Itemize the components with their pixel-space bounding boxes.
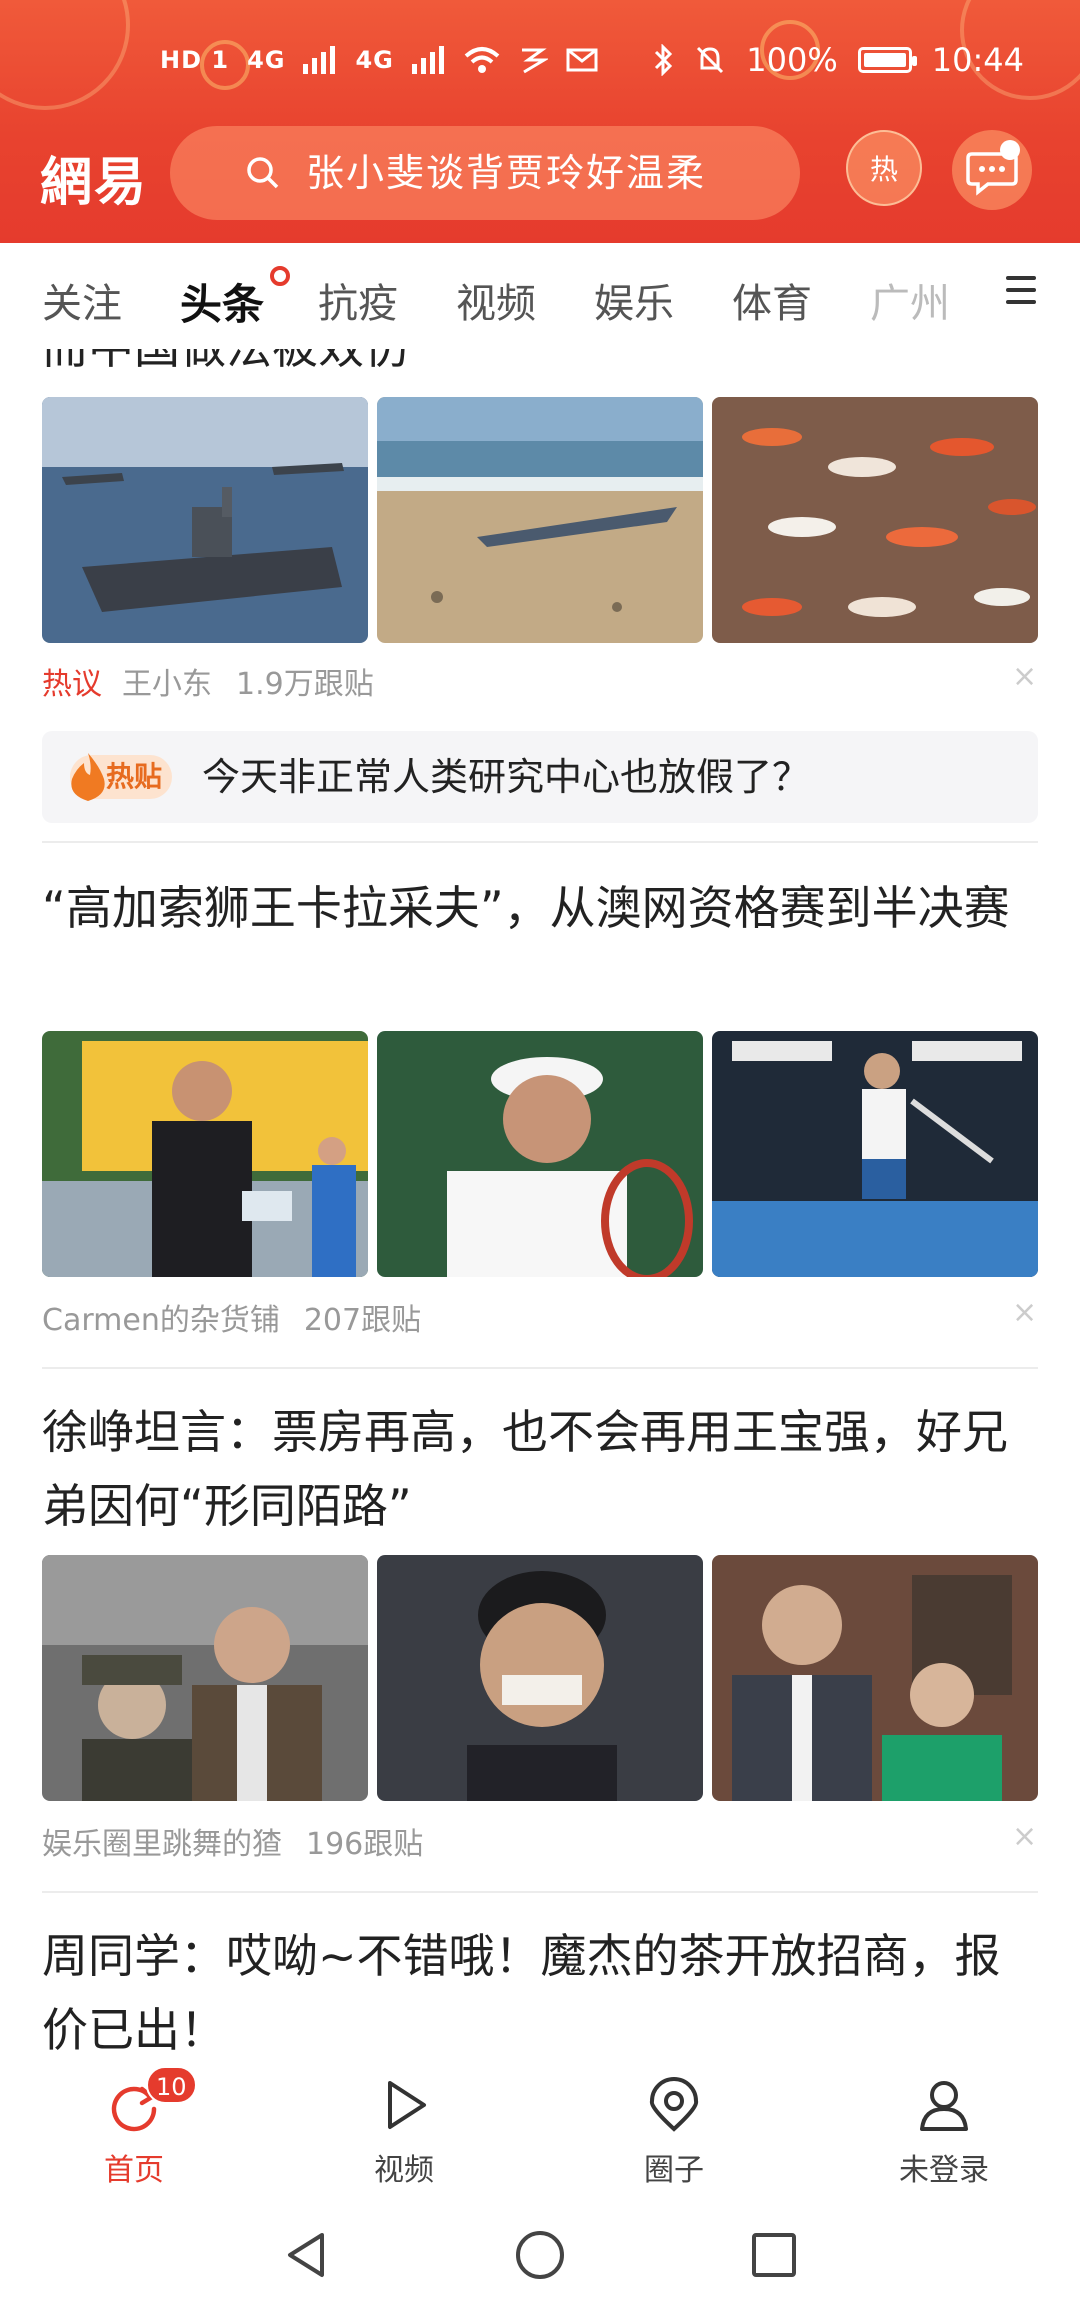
signal-icon [303, 46, 336, 74]
hot-list-button[interactable]: 热 [846, 130, 922, 206]
app-notification-icon [521, 48, 548, 74]
notification-badge: 10 [146, 2066, 197, 2104]
article-image [377, 1555, 703, 1801]
nav-label: 圈子 [644, 2153, 704, 2188]
play-icon [388, 2081, 426, 2129]
article-image-row[interactable] [42, 1555, 1038, 1801]
nav-video[interactable]: 视频 [304, 2069, 504, 2197]
nav-label: 首页 [104, 2153, 164, 2188]
user-icon [920, 2081, 968, 2131]
article-image-row[interactable] [42, 397, 1038, 643]
dismiss-button[interactable]: × [1012, 1295, 1037, 1330]
hot-post-text: 今天非正常人类研究中心也放假了？ [202, 755, 811, 799]
article-image [712, 397, 1038, 643]
feed-divider [42, 1891, 1038, 1893]
article-image [712, 1031, 1038, 1277]
app-header: HD 1 4G 4G 100% 10:44 網易 张小斐谈背贾玲好温柔 热 [0, 0, 1080, 243]
sim1-label: HD 1 [160, 46, 230, 74]
article-meta: Carmen的杂货铺 207跟贴 [42, 1295, 421, 1339]
bluetooth-icon [655, 44, 673, 76]
article-image [377, 397, 703, 643]
message-unread-dot [1000, 140, 1020, 160]
home-circle-icon[interactable] [512, 2227, 568, 2283]
nav-label: 未登录 [899, 2153, 989, 2188]
article-image [42, 1555, 368, 1801]
nav-home[interactable]: 首页 [34, 2069, 234, 2197]
news-feed: 而中国做法被效仿 热议王小东 1.9万跟贴 × 热贴 今天非正常人类研究中心也放假… [0, 349, 1080, 2069]
article-title[interactable]: 周同学：哎呦~不错哦！魔杰的茶开放招商，报价已出！ [42, 1919, 1038, 2067]
location-icon [649, 2077, 699, 2132]
article-meta: 娱乐圈里跳舞的猹 196跟贴 [42, 1819, 423, 1863]
article-title[interactable]: “高加索狮王卡拉采夫”，从澳网资格赛到半决赛 [42, 871, 1038, 945]
tab-follow[interactable]: 关注 [42, 271, 122, 329]
menu-icon[interactable] [1006, 276, 1036, 306]
battery-percent: 100% [746, 41, 838, 79]
article-image [42, 397, 368, 643]
article-author: 娱乐圈里跳舞的猹 [42, 1827, 282, 1862]
signal-icon [411, 46, 444, 74]
tab-headlines[interactable]: 头条 [180, 271, 264, 332]
mute-bell-icon [697, 46, 724, 74]
network2-label: 4G [355, 46, 394, 74]
article-image-row[interactable] [42, 1031, 1038, 1277]
recents-icon[interactable] [746, 2227, 802, 2283]
article-title[interactable]: 而中国做法被效仿 [42, 349, 410, 377]
article-title[interactable]: 徐峥坦言：票房再高，也不会再用王宝强，好兄弟因何“形同陌路” [42, 1395, 1038, 1543]
nav-label: 视频 [374, 2153, 434, 2188]
article-meta: 热议 王小东 1.9万跟贴 [42, 659, 374, 703]
status-bar: HD 1 4G 4G 100% 10:44 [0, 30, 1080, 90]
system-navigation [0, 2197, 1080, 2310]
hot-post-banner[interactable]: 热贴 今天非正常人类研究中心也放假了？ [42, 731, 1038, 823]
feed-divider [42, 1367, 1038, 1369]
article-image [377, 1031, 703, 1277]
clock: 10:44 [931, 41, 1024, 79]
back-icon[interactable] [278, 2227, 334, 2283]
hot-discussion-tag: 热议 [42, 667, 102, 702]
flame-icon [71, 753, 105, 801]
article-image [42, 1031, 368, 1277]
article-author: 王小东 [122, 667, 212, 702]
search-bar[interactable]: 张小斐谈背贾玲好温柔 [170, 126, 800, 220]
network1-label: 4G [247, 46, 286, 74]
message-button[interactable] [952, 130, 1032, 210]
tab-video[interactable]: 视频 [456, 271, 536, 329]
feed-divider [42, 841, 1038, 843]
tab-anti-epidemic[interactable]: 抗疫 [318, 271, 398, 329]
channel-tabs: 关注 头条 抗疫 视频 娱乐 体育 广州 [0, 243, 1080, 349]
tab-sports[interactable]: 体育 [732, 271, 812, 329]
tab-guangzhou[interactable]: 广州 [870, 271, 950, 329]
tab-entertainment[interactable]: 娱乐 [594, 271, 674, 329]
search-hint: 张小斐谈背贾玲好温柔 [306, 151, 707, 195]
nav-account[interactable]: 未登录 [844, 2069, 1044, 2197]
dismiss-button[interactable]: × [1012, 1819, 1037, 1854]
comment-count: 207跟贴 [303, 1303, 422, 1338]
tab-update-dot [270, 266, 290, 286]
mail-icon [566, 48, 598, 72]
app-logo: 網易 [40, 152, 149, 213]
dismiss-button[interactable]: × [1012, 659, 1037, 694]
article-image [712, 1555, 1038, 1801]
comment-count: 1.9万跟贴 [236, 667, 374, 702]
search-icon [247, 157, 279, 189]
article-author: Carmen的杂货铺 [42, 1303, 280, 1338]
nav-circle[interactable]: 圈子 [574, 2069, 774, 2197]
battery-icon [857, 47, 917, 73]
chat-icon [966, 152, 1018, 196]
comment-count: 196跟贴 [306, 1827, 424, 1862]
wifi-icon [464, 47, 500, 73]
